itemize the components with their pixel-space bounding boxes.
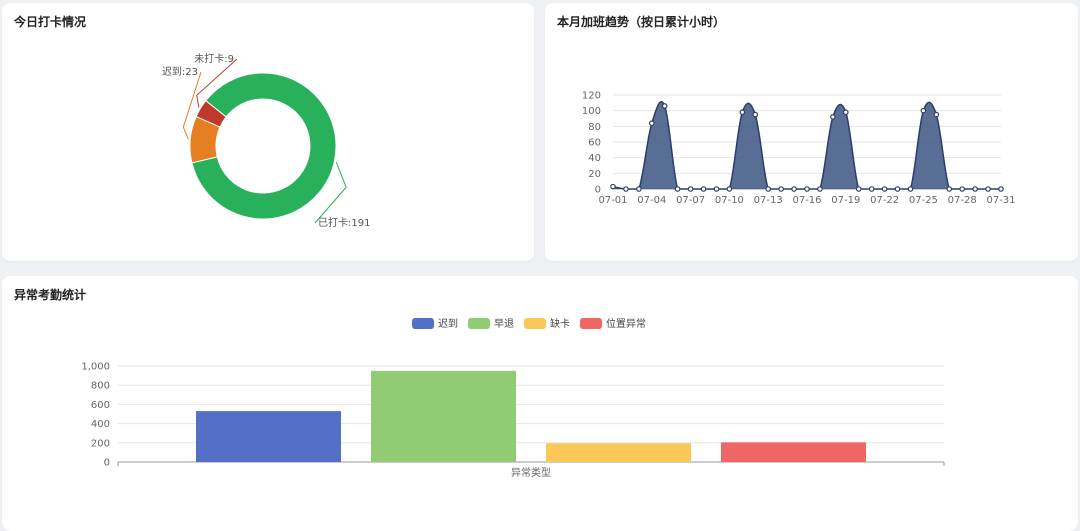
area-ytick-3: 60 bbox=[588, 138, 601, 149]
abnormal-stats-card: 异常考勤统计 迟到 早退 缺卡 位置异常 0 200 400 600 800 1,000 异常类型 bbox=[2, 276, 1078, 531]
area-ytick-0: 0 bbox=[595, 185, 601, 196]
area-ytick-2: 40 bbox=[588, 153, 601, 164]
bar-0 bbox=[196, 411, 341, 462]
area-point-17 bbox=[830, 114, 836, 120]
area-xtick-10: 07-31 bbox=[986, 195, 1015, 206]
bar-ytick-3: 600 bbox=[91, 400, 110, 411]
area-point-3 bbox=[649, 120, 655, 127]
area-point-4 bbox=[661, 103, 668, 109]
legend-label-3: 位置异常 bbox=[606, 317, 646, 330]
abnormal-bar-chart: 迟到 早退 缺卡 位置异常 0 200 400 600 800 1,000 异常类型 bbox=[81, 317, 945, 479]
area-point-28 bbox=[972, 186, 978, 192]
area-point-19 bbox=[855, 186, 862, 192]
area-xtick-7: 07-22 bbox=[870, 195, 899, 206]
area-point-25 bbox=[933, 111, 940, 118]
area-xtick-8: 07-25 bbox=[909, 195, 938, 206]
area-xtick-6: 07-19 bbox=[831, 195, 860, 206]
bar-ytick-0: 0 bbox=[104, 458, 110, 469]
bar-3 bbox=[721, 442, 866, 462]
area-xtick-4: 07-13 bbox=[754, 195, 783, 206]
area-point-26 bbox=[946, 186, 953, 192]
area-point-18 bbox=[842, 109, 849, 116]
area-point-21 bbox=[881, 186, 888, 192]
area-point-24 bbox=[920, 107, 927, 114]
donut-label-1: 迟到:23 bbox=[162, 65, 198, 78]
bar-ytick-2: 400 bbox=[91, 419, 110, 430]
area-ytick-1: 20 bbox=[588, 169, 601, 180]
bar-x-label: 异常类型 bbox=[511, 466, 551, 479]
bar-ytick-1: 200 bbox=[91, 438, 110, 449]
bar-2 bbox=[546, 443, 691, 462]
area-point-14 bbox=[791, 186, 797, 192]
legend-swatch-2 bbox=[524, 318, 546, 329]
area-xtick-1: 07-04 bbox=[637, 195, 666, 206]
today-checkin-card: 今日打卡情况 已打卡:191 迟到:23 未打卡:9 bbox=[2, 3, 534, 261]
overtime-area-chart: 0 20 40 60 80 100 120 07-01 07-04 07-07 07-10 07-13… bbox=[582, 91, 1016, 207]
checkin-donut-chart: 已打卡:191 迟到:23未打卡:9 bbox=[162, 52, 371, 229]
area-xtick-0: 07-01 bbox=[598, 195, 627, 206]
bar-ytick-5: 1,000 bbox=[81, 362, 110, 373]
area-point-7 bbox=[700, 186, 707, 192]
area-xtick-3: 07-10 bbox=[715, 195, 744, 206]
area-point-15 bbox=[804, 186, 810, 192]
area-point-23 bbox=[907, 186, 914, 192]
legend-label-0: 迟到 bbox=[438, 317, 458, 330]
legend-swatch-3 bbox=[580, 318, 602, 329]
area-xtick-2: 07-07 bbox=[676, 195, 705, 206]
area-point-12 bbox=[765, 186, 772, 192]
area-point-30 bbox=[998, 186, 1004, 192]
bar-ytick-4: 800 bbox=[91, 381, 110, 392]
area-point-1 bbox=[623, 186, 629, 192]
area-xtick-5: 07-16 bbox=[792, 195, 821, 206]
overtime-trend-card: 本月加班趋势（按日累计小时） 0 20 40 60 80 100 120 07-01 07-04… bbox=[545, 3, 1078, 261]
area-point-8 bbox=[713, 186, 720, 192]
donut-label-0: 已打卡:191 bbox=[318, 216, 370, 229]
area-point-16 bbox=[817, 186, 823, 192]
bar-1 bbox=[371, 370, 516, 462]
area-point-22 bbox=[894, 186, 901, 192]
area-point-9 bbox=[726, 186, 733, 192]
legend-swatch-1 bbox=[468, 318, 490, 329]
area-point-13 bbox=[778, 186, 784, 192]
area-point-29 bbox=[985, 186, 991, 192]
area-point-10 bbox=[739, 109, 746, 116]
legend-label-1: 早退 bbox=[494, 318, 514, 330]
area-ytick-4: 80 bbox=[588, 122, 601, 133]
area-xtick-9: 07-28 bbox=[948, 195, 977, 206]
area-point-6 bbox=[687, 186, 694, 192]
area-point-5 bbox=[674, 186, 681, 192]
legend-swatch-0 bbox=[412, 318, 434, 329]
area-ytick-6: 120 bbox=[582, 91, 601, 102]
area-point-27 bbox=[959, 186, 966, 192]
donut-label-2: 未打卡:9 bbox=[194, 52, 234, 65]
area-point-11 bbox=[752, 111, 759, 118]
legend-label-2: 缺卡 bbox=[550, 317, 570, 330]
area-ytick-5: 100 bbox=[582, 106, 601, 117]
area-point-20 bbox=[868, 186, 875, 192]
area-point-0 bbox=[610, 183, 616, 190]
area-point-2 bbox=[636, 186, 642, 192]
